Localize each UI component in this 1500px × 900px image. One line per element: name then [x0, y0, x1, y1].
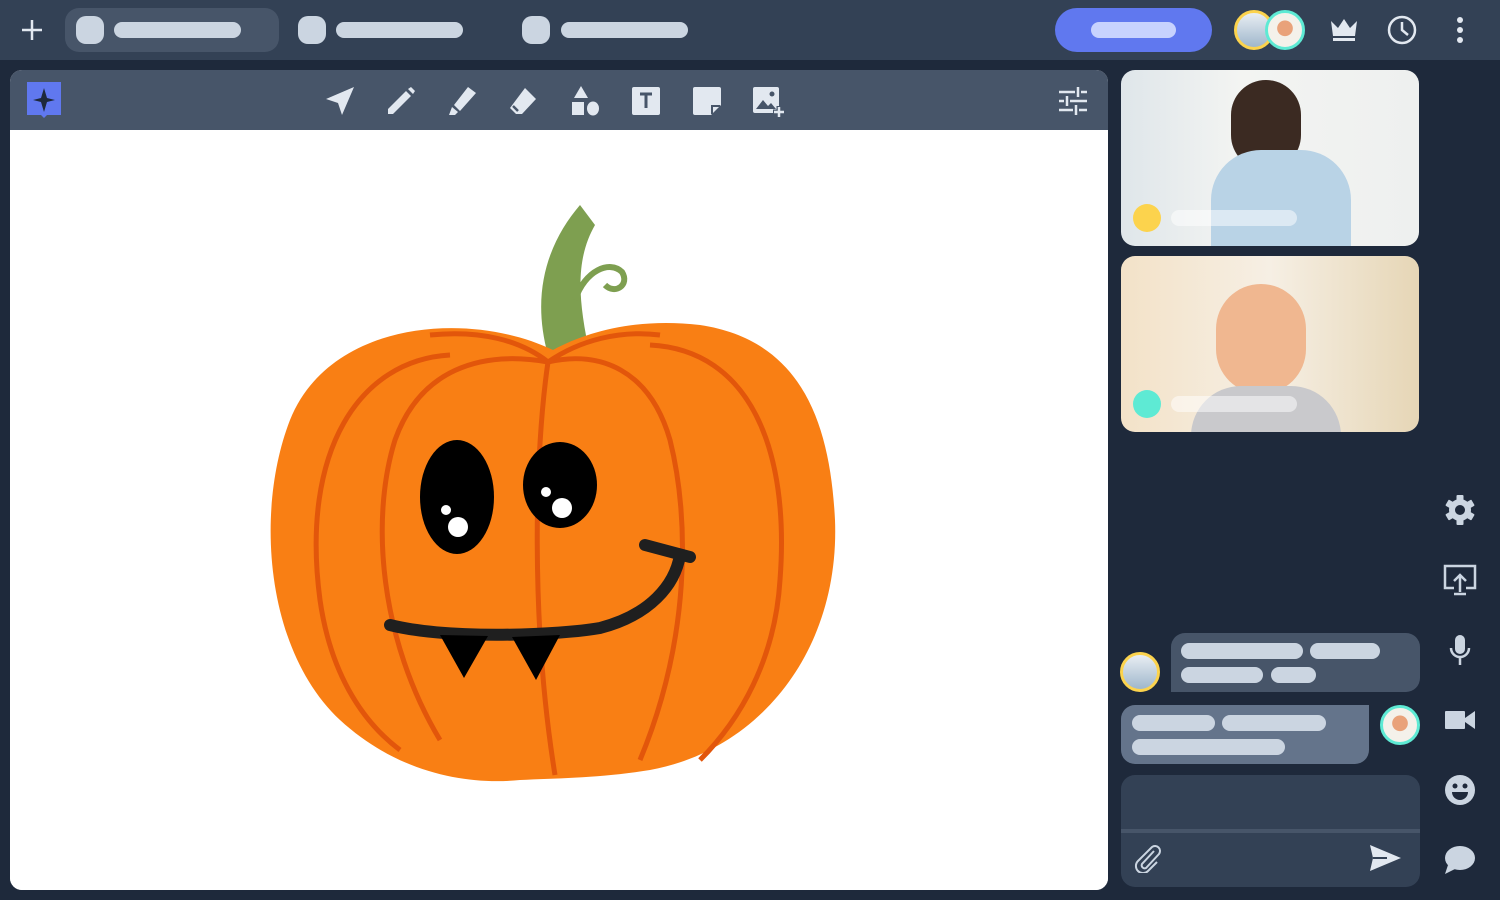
top-bar: [0, 0, 1500, 60]
settings-icon[interactable]: [1440, 490, 1480, 530]
avatar[interactable]: [1265, 10, 1305, 50]
crown-icon[interactable]: [1328, 14, 1360, 46]
whiteboard-panel: [10, 70, 1108, 890]
tab-1[interactable]: [65, 8, 279, 52]
plus-icon[interactable]: [18, 16, 46, 44]
participant-name-placeholder: [1171, 396, 1297, 412]
add-image-icon[interactable]: [751, 84, 787, 120]
eraser-icon[interactable]: [506, 84, 540, 118]
board-logo-icon[interactable]: [26, 82, 62, 118]
participant-color-dot: [1133, 204, 1161, 232]
microphone-icon[interactable]: [1440, 630, 1480, 670]
divider: [1121, 829, 1420, 833]
camera-icon[interactable]: [1440, 700, 1480, 740]
participant-name-placeholder: [1171, 210, 1297, 226]
pencil-icon[interactable]: [384, 84, 418, 118]
text-icon[interactable]: [629, 84, 663, 118]
emoji-icon[interactable]: [1440, 770, 1480, 810]
primary-action-button[interactable]: [1055, 8, 1212, 52]
tab-2[interactable]: [288, 8, 488, 52]
paperclip-icon[interactable]: [1131, 841, 1165, 875]
clock-icon[interactable]: [1386, 14, 1418, 46]
video-tile-participant-2[interactable]: [1121, 256, 1419, 432]
shapes-icon[interactable]: [568, 84, 602, 118]
chat-composer: [1121, 775, 1420, 887]
sliders-icon[interactable]: [1056, 84, 1090, 118]
marker-icon[interactable]: [445, 84, 479, 118]
send-icon[interactable]: [1365, 841, 1405, 875]
chat-message-outgoing: [1121, 705, 1369, 764]
more-vertical-icon[interactable]: [1450, 14, 1470, 46]
toolbar: [10, 70, 1108, 130]
avatar: [1380, 705, 1420, 745]
screen-share-icon[interactable]: [1440, 560, 1480, 600]
drawing-canvas[interactable]: [10, 130, 1108, 890]
video-tile-participant-1[interactable]: [1121, 70, 1419, 246]
tab-3[interactable]: [512, 8, 712, 52]
select-arrow-icon[interactable]: [323, 84, 357, 118]
pumpkin-drawing: [270, 205, 836, 782]
sticky-note-icon[interactable]: [690, 84, 724, 118]
message-input[interactable]: [1121, 775, 1420, 829]
participant-color-dot: [1133, 390, 1161, 418]
avatar: [1120, 652, 1160, 692]
chat-message-incoming: [1171, 633, 1420, 692]
chat-icon[interactable]: [1440, 840, 1480, 880]
participant-video: [1216, 284, 1306, 394]
